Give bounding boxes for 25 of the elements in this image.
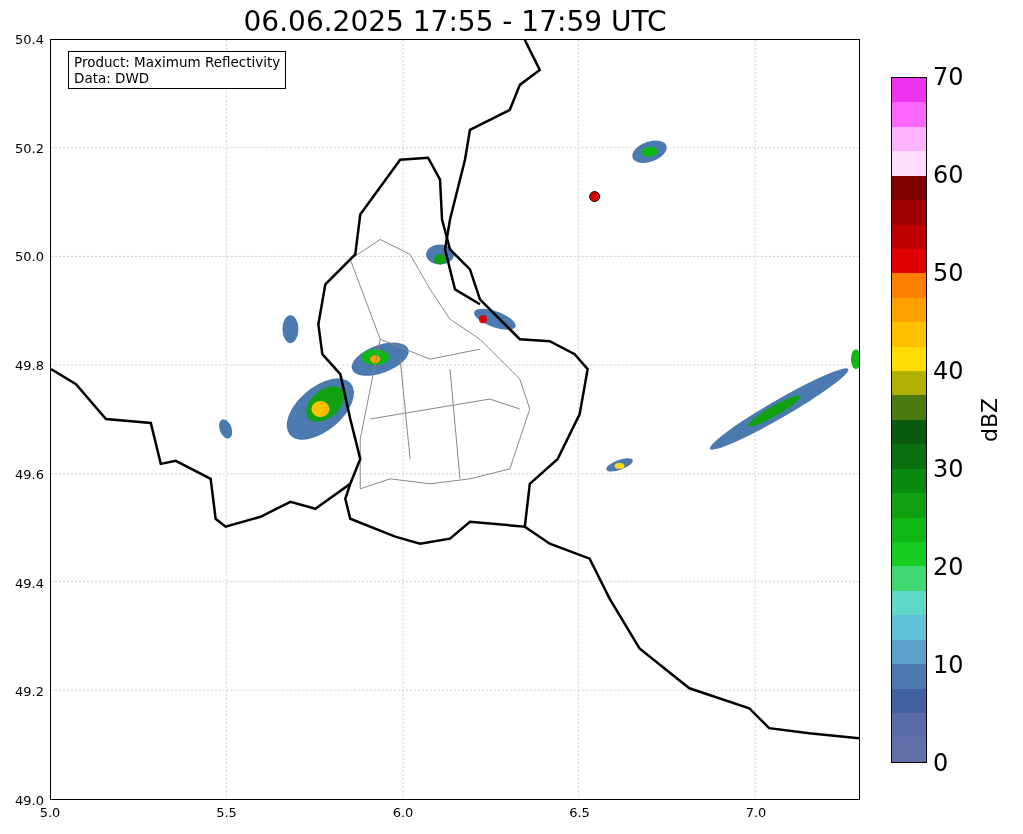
colorbar-tick-label: 40 bbox=[933, 357, 964, 385]
x-tick-label: 6.5 bbox=[569, 805, 590, 820]
colorbar-tick-label: 20 bbox=[933, 553, 964, 581]
y-tick-label: 49.0 bbox=[15, 792, 44, 808]
legend-text: Data: DWD bbox=[74, 70, 151, 86]
colorbar-tick-label: 50 bbox=[933, 259, 964, 287]
colorbar-tick-label: 70 bbox=[933, 63, 964, 91]
colorbar-tick-label: 30 bbox=[933, 455, 964, 483]
y-tick-label: 49.6 bbox=[15, 466, 44, 482]
y-tick-label: 50.0 bbox=[15, 248, 44, 264]
colorbar-tick-label: 60 bbox=[933, 161, 964, 189]
x-tick-label: 7.0 bbox=[745, 805, 767, 820]
x-tick-label: 5.0 bbox=[39, 805, 61, 820]
y-tick-label: 49.8 bbox=[15, 357, 44, 373]
colorbar-tick-label: 0 bbox=[933, 749, 949, 777]
x-tick-label: 6.0 bbox=[392, 805, 414, 820]
y-tick-label: 49.4 bbox=[15, 575, 44, 591]
colorbar-label: dBZ bbox=[976, 397, 1002, 443]
y-tick-label: 50.2 bbox=[15, 140, 44, 156]
x-tick-label: 5.5 bbox=[216, 805, 237, 820]
colorbar-tick-label: 10 bbox=[933, 651, 964, 679]
y-tick-label: 50.4 bbox=[15, 31, 44, 47]
chart-title: 06.06.2025 17:55 - 17:59 UTC bbox=[242, 4, 668, 39]
y-tick-label: 49.2 bbox=[15, 683, 44, 699]
legend-text: Product: Maximum Reflectivity bbox=[74, 54, 281, 70]
